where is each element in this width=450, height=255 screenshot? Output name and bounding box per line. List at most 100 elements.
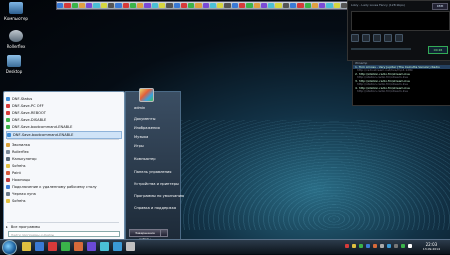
tray-icon[interactable] [401,244,405,248]
quicklaunch-icon[interactable] [107,3,115,8]
place-music[interactable]: Музыка [134,135,148,139]
quicklaunch-icon[interactable] [173,3,180,8]
quicklaunch-icon[interactable] [268,3,275,8]
quicklaunch-icon[interactable] [86,3,93,8]
program-item-selected[interactable]: DNF-Save-bootcommand-ENABLE [6,131,122,139]
program-item[interactable]: DNF-Save-PC OFF [6,103,120,109]
taskbar-app-icon[interactable] [126,242,135,251]
desktop-icon-desktop[interactable]: Desktop [2,55,26,74]
place-pictures[interactable]: Изображения [134,126,160,130]
quicklaunch-icon[interactable] [195,3,202,8]
place-default-programs[interactable]: Программы по умолчанию [134,194,184,198]
quicklaunch-icon[interactable] [297,3,304,8]
quicklaunch-icon[interactable] [239,3,246,8]
program-item[interactable]: DNF-Save-DISABLE [6,117,120,123]
taskbar: 22:03 13.09.2014 [0,239,450,255]
quicklaunch-icon[interactable] [311,3,319,8]
quicklaunch-icon[interactable] [231,3,239,8]
tray-icon[interactable] [380,244,384,248]
place-devices-printers[interactable]: Устройства и принтеры [134,182,179,186]
taskbar-app-icon[interactable] [61,242,70,251]
quicklaunch-icon[interactable] [275,3,282,8]
program-item[interactable]: Черная лупа [6,191,120,197]
quicklaunch-icon[interactable] [78,3,86,8]
quicklaunch-icon[interactable] [217,3,224,8]
place-help[interactable]: Справка и поддержка [134,206,176,210]
shutdown-button[interactable]: Завершение работы [129,229,161,241]
player-volume-slider[interactable] [351,48,411,50]
tray-icon[interactable] [345,244,349,248]
taskbar-app-icon[interactable] [100,242,109,251]
program-item[interactable]: Rollerflex [6,149,120,155]
place-computer[interactable]: Компьютер [134,157,156,161]
program-item[interactable]: Звонилка [6,142,120,148]
user-name[interactable]: admin [134,106,145,110]
user-avatar[interactable] [139,88,154,102]
quicklaunch-icon[interactable] [180,3,188,8]
quicklaunch-icon[interactable] [253,3,260,8]
quicklaunch-icon[interactable] [188,3,195,8]
quicklaunch-icon[interactable] [122,3,129,8]
quicklaunch-icon[interactable] [209,3,217,8]
program-item[interactable]: Подключение к удаленному рабочему столу [6,184,120,190]
shutdown-options-icon[interactable] [160,229,168,237]
program-item[interactable]: DNF-Save-REBOOT [6,110,120,116]
quicklaunch-icon[interactable] [166,3,173,8]
tray-icon[interactable] [366,244,370,248]
place-games[interactable]: Игры [134,144,144,148]
quicklaunch-icon[interactable] [246,3,253,8]
quicklaunch-icon[interactable] [202,3,209,8]
tray-icon[interactable] [408,244,412,248]
quicklaunch-icon[interactable] [290,3,297,8]
program-item[interactable]: Ножницы [6,177,120,183]
quicklaunch-icon[interactable] [129,3,137,8]
desktop-icon-rollerflex[interactable]: Rollerflex [4,30,28,49]
next-icon[interactable] [395,34,403,42]
quicklaunch-icon[interactable] [64,3,71,8]
place-documents[interactable]: Документы [134,117,156,121]
quicklaunch-icon[interactable] [282,3,289,8]
taskbar-app-icon[interactable] [22,242,31,251]
quicklaunch-icon[interactable] [158,3,166,8]
quicklaunch-icon[interactable] [93,3,100,8]
desktop-icon-computer[interactable]: Компьютер [4,2,28,21]
quicklaunch-icon[interactable] [319,3,326,8]
quicklaunch-icon[interactable] [333,3,340,8]
stop-icon[interactable] [384,34,392,42]
program-item[interactable]: Paint [6,170,120,176]
program-item[interactable]: DNF-Save-bootcommand-ENABLE [6,124,120,130]
tray-icon[interactable] [373,244,377,248]
previous-icon[interactable] [351,34,359,42]
quicklaunch-icon[interactable] [115,3,122,8]
play-icon[interactable] [362,34,370,42]
quicklaunch-icon[interactable] [151,3,158,8]
quicklaunch-icon[interactable] [304,3,311,8]
taskbar-app-icon[interactable] [87,242,96,251]
quicklaunch-icon[interactable] [224,3,231,8]
all-programs-button[interactable]: ▸ Все программы [6,224,120,230]
taskbar-app-icon[interactable] [35,242,44,251]
quicklaunch-icon[interactable] [144,3,151,8]
clock[interactable]: 22:03 13.09.2014 [423,242,440,252]
tray-icon[interactable] [359,244,363,248]
quicklaunch-icon[interactable] [100,3,107,8]
program-item[interactable]: DNF-Status [6,96,120,102]
tray-icon[interactable] [394,244,398,248]
program-item[interactable]: Sofrehs [6,198,120,204]
program-item[interactable]: Калькулятор [6,156,120,162]
tray-icon[interactable] [387,244,391,248]
quicklaunch-icon[interactable] [326,3,333,8]
taskbar-app-icon[interactable] [48,242,57,251]
desktop-icon-label: Desktop [5,69,23,74]
quicklaunch-icon[interactable] [71,3,78,8]
place-control-panel[interactable]: Панель управления [134,170,171,174]
quicklaunch-icon[interactable] [57,3,64,8]
search-input[interactable]: Найти программы и файлы [8,231,120,237]
taskbar-app-icon[interactable] [113,242,122,251]
pause-icon[interactable] [373,34,381,42]
quicklaunch-icon[interactable] [137,3,144,8]
program-item[interactable]: Sofrehs [6,163,120,169]
tray-icon[interactable] [352,244,356,248]
quicklaunch-icon[interactable] [260,3,268,8]
taskbar-app-icon[interactable] [74,242,83,251]
